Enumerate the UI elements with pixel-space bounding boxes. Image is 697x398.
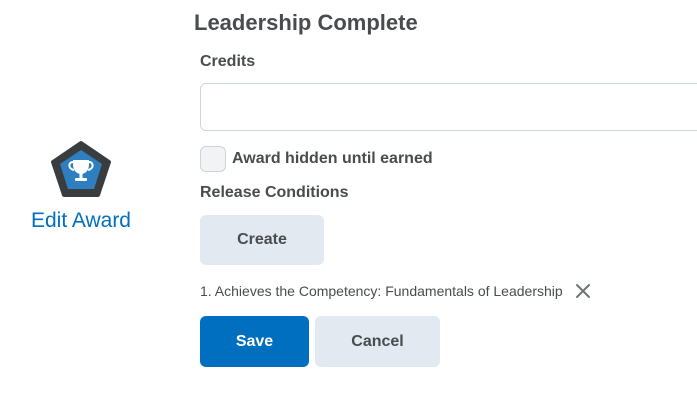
- award-hidden-checkbox[interactable]: [200, 146, 226, 172]
- release-conditions-label: Release Conditions: [200, 184, 349, 201]
- create-condition-button[interactable]: Create: [200, 215, 324, 265]
- edit-award-link[interactable]: Edit Award: [31, 208, 131, 234]
- award-edit-page: Edit Award Leadership Complete Credits A…: [0, 0, 697, 398]
- credits-label: Credits: [200, 53, 256, 70]
- credits-input[interactable]: [200, 83, 697, 131]
- trophy-badge-icon: [51, 141, 111, 197]
- close-icon[interactable]: [575, 283, 591, 299]
- award-panel: Edit Award: [18, 140, 144, 234]
- release-condition-item: 1. Achieves the Competency: Fundamentals…: [200, 280, 591, 302]
- release-condition-text: 1. Achieves the Competency: Fundamentals…: [200, 283, 563, 299]
- cancel-button[interactable]: Cancel: [315, 316, 440, 367]
- page-title: Leadership Complete: [194, 10, 418, 35]
- save-button[interactable]: Save: [200, 316, 309, 367]
- award-hidden-checkbox-row[interactable]: Award hidden until earned: [200, 145, 433, 173]
- award-hidden-label[interactable]: Award hidden until earned: [232, 150, 433, 168]
